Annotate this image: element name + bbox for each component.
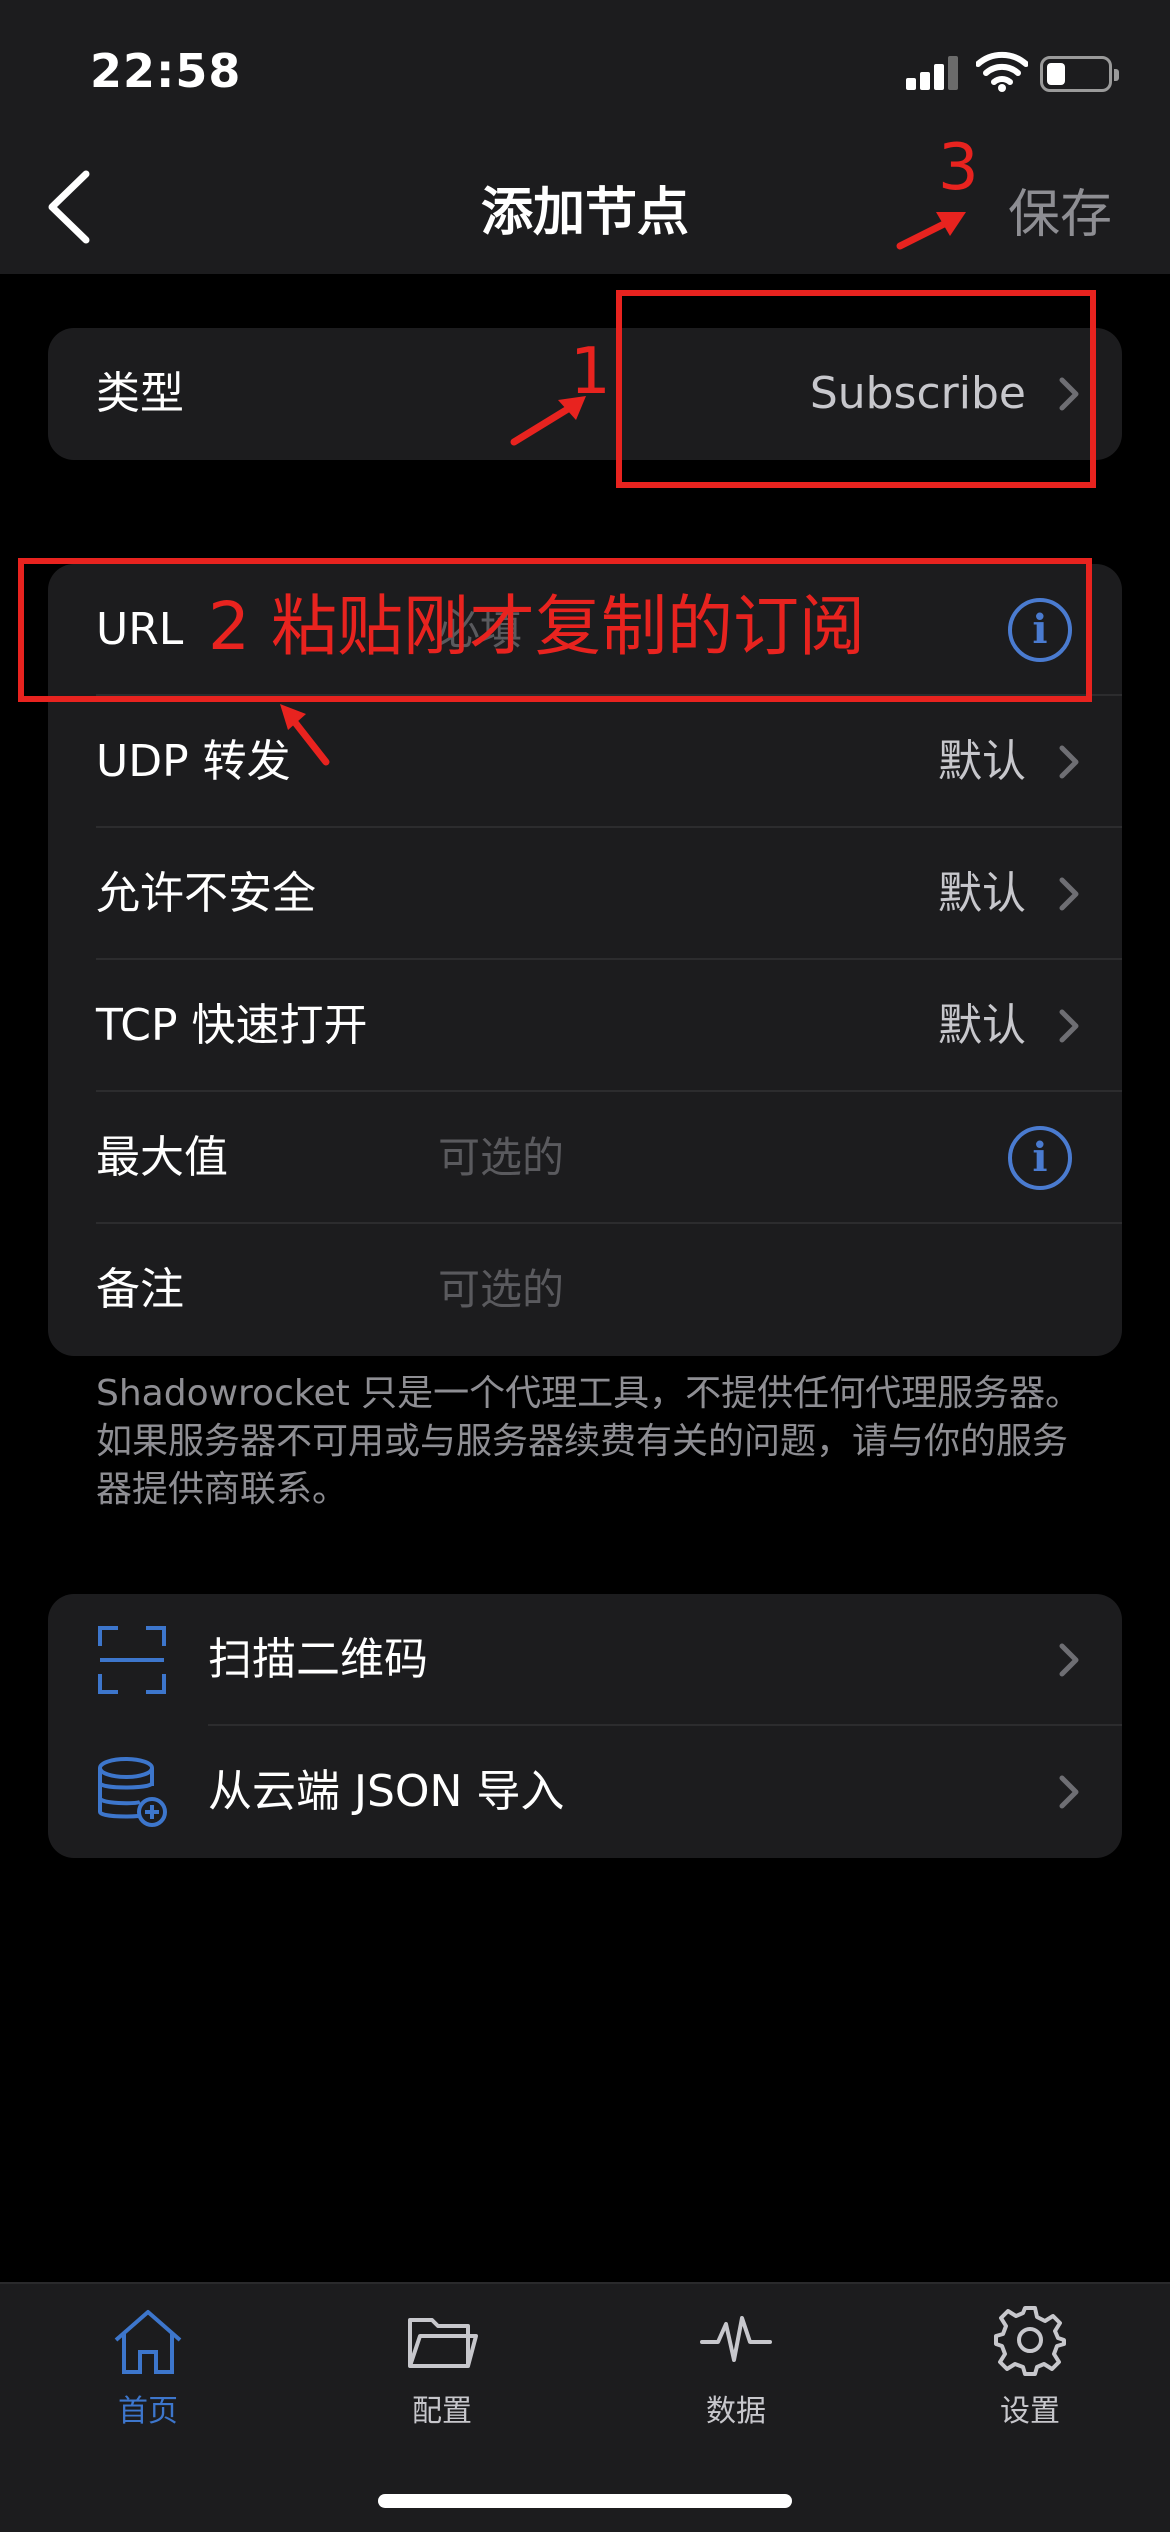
home-icon [114,2310,182,2374]
max-label: 最大值 [96,1132,228,1183]
udp-label: UDP 转发 [96,736,291,787]
tfo-label: TCP 快速打开 [96,1000,368,1051]
chevron-right-icon [1059,1775,1079,1809]
max-row[interactable]: 最大值 可选的 i [48,1092,1122,1224]
database-add-icon [98,1757,167,1827]
import-json-row[interactable]: 从云端 JSON 导入 [48,1726,1122,1858]
udp-row[interactable]: UDP 转发 默认 [48,696,1122,828]
page-title: 添加节点 [480,183,689,243]
url-info-icon[interactable]: i [1008,598,1072,662]
tab-config-label: 配置 [412,2394,472,2429]
cellular-signal-icon [906,56,958,90]
scan-qr-label: 扫描二维码 [208,1634,428,1685]
insecure-row[interactable]: 允许不安全 默认 [48,828,1122,960]
gear-icon [994,2306,1066,2376]
scan-qr-row[interactable]: 扫描二维码 [48,1594,1122,1726]
insecure-label: 允许不安全 [96,868,316,919]
remark-label: 备注 [96,1264,184,1315]
tab-settings-label: 设置 [1000,2394,1060,2429]
disclaimer-text: Shadowrocket 只是一个代理工具，不提供任何代理服务器。如果服务器不可… [96,1373,1082,1510]
udp-value: 默认 [938,736,1026,787]
top-bar: 22:58 添加节点 保存 [0,0,1170,274]
type-value: Subscribe [809,368,1026,419]
max-input[interactable]: 可选的 [438,1092,564,1224]
type-label: 类型 [96,368,184,419]
tab-data[interactable]: 数据 [656,2304,816,2444]
chevron-right-icon [1059,1643,1079,1677]
tab-settings[interactable]: 设置 [950,2304,1110,2444]
annotation-arrow-2 [280,704,330,766]
remark-input[interactable]: 可选的 [438,1224,564,1356]
chevron-right-icon [1059,377,1079,411]
scan-icon [98,1626,166,1694]
pulse-icon [700,2316,772,2362]
annotation-arrow-3 [896,212,966,250]
tab-config[interactable]: 配置 [362,2304,522,2444]
annotation-step-3: 3 [938,131,979,205]
chevron-right-icon [1059,745,1079,779]
tfo-row[interactable]: TCP 快速打开 默认 [48,960,1122,1092]
max-info-icon[interactable]: i [1008,1126,1072,1190]
battery-icon [1040,56,1119,92]
chevron-right-icon [1059,1009,1079,1043]
tab-home[interactable]: 首页 [68,2304,228,2444]
save-button[interactable]: 保存 [1008,172,1112,247]
status-time: 22:58 [90,44,242,98]
import-actions-group: 扫描二维码 从云端 JSON 导入 [48,1594,1122,1858]
annotation-arrow-1 [510,396,586,446]
home-indicator [378,2494,792,2508]
annotation-step-2: 2 粘贴刚才复制的订阅 [208,588,865,665]
insecure-value: 默认 [938,868,1026,919]
folder-icon [408,2318,478,2368]
remark-row[interactable]: 备注 可选的 [48,1224,1122,1356]
import-json-label: 从云端 JSON 导入 [208,1766,565,1817]
wifi-icon [976,51,1028,92]
settings-group: URL 必填 i UDP 转发 默认 允许不安全 默认 TCP 快速打开 默认 … [48,564,1122,1356]
tab-data-label: 数据 [706,2394,766,2429]
tab-home-label: 首页 [118,2394,178,2429]
chevron-right-icon [1059,877,1079,911]
tfo-value: 默认 [938,1000,1026,1051]
url-label: URL [96,604,184,655]
